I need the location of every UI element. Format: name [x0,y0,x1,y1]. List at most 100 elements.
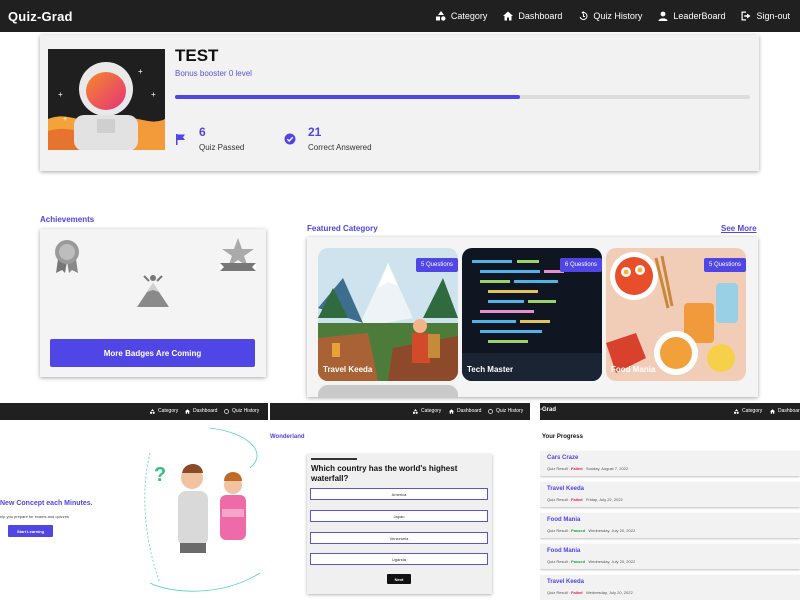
home-icon [185,408,190,414]
nav-quiz-history[interactable]: Quiz History [578,11,642,21]
profile-card: + + + + TEST Bonus booster 0 level 6 Qui… [40,35,759,171]
category-icon [435,11,446,21]
svg-text:+: + [138,67,143,76]
result-date: Wednesday, July 20, 2022 [588,528,636,533]
thumb3-nav-category-label: Category [742,408,763,414]
thumb2-nav-category-label: Category [421,408,442,414]
travel-question-count: 5 Questions [415,258,458,272]
thumb1-nav-dashboard[interactable]: Dashboard [185,408,217,414]
stat-quiz-passed: 6 Quiz Passed [175,125,244,152]
thumb-landing: Category Dashboard Quiz History New Conc… [0,403,268,600]
history-icon [488,408,493,414]
thumb3-nav-category[interactable]: Category [734,408,762,414]
result-prefix: Quiz Result : [547,466,570,471]
category-card-travel[interactable]: 5 Questions Travel Keeda [318,248,458,381]
thumb2-nav: Category Dashboard Quiz History [270,403,530,420]
progress-item-meta: Quiz Result : Passed Wednesday, July 20,… [547,559,635,564]
food-question-count: 5 Questions [703,258,746,272]
nav-leaderboard-label: LeaderBoard [673,11,726,21]
category-icon [734,408,739,414]
result-status: Passed [571,528,586,533]
home-icon [503,11,514,21]
quiz-passed-value: 6 [199,125,206,139]
profile-level: Bonus booster 0 level [175,69,252,78]
see-more-link[interactable]: See More [721,224,757,233]
result-date: Friday, July 22, 2022 [585,497,623,502]
landing-headline: New Concept each Minutes. [0,500,93,507]
history-icon [580,11,588,20]
progress-item-title: Travel Keeda [547,486,585,492]
check-circle-icon [284,133,296,145]
achievements-card: More Badges Are Coming [40,229,266,377]
thumb3-nav-dashboard[interactable]: Dashboar [770,408,800,414]
quiz-passed-label: Quiz Passed [199,143,245,152]
level-progress-fill [175,95,520,99]
category-card-tech[interactable]: 6 Questions Tech Master [462,248,602,381]
quiz-option-2[interactable]: Japan [310,510,488,522]
app-root: Quiz-Grad Category Dashboard Quiz Histor… [0,0,800,600]
result-date: Wednesday, July 20, 2022 [588,559,636,564]
progress-item[interactable]: Food Mania Quiz Result : Passed Wednesda… [540,544,800,569]
progress-item-meta: Quiz Result : Failed Friday, July 22, 20… [547,497,623,502]
thumb3-brand[interactable]: -Grad [540,407,556,413]
category-icon [150,408,155,414]
category-card-food[interactable]: 5 Questions Food Mania [606,248,746,381]
mountain-trophy-icon [137,275,169,307]
nav-sign-out[interactable]: Sign-out [741,11,790,21]
quiz-option-4[interactable]: Uganda [310,553,488,565]
svg-text:?: ? [154,464,166,486]
signout-icon [741,11,751,21]
nav-dashboard[interactable]: Dashboard [503,11,562,21]
quiz-option-1[interactable]: America [310,488,488,500]
quiz-next-button[interactable]: Next [387,574,411,584]
result-date: Sunday, August 7, 2022 [585,466,629,471]
level-progress-bar [175,95,750,99]
thumb2-nav-history[interactable]: Quiz History [488,408,523,414]
progress-item-meta: Quiz Result : Failed Sunday, August 7, 2… [547,466,628,471]
thumb2-nav-category[interactable]: Category [413,408,441,414]
brand-logo[interactable]: Quiz-Grad [8,9,73,24]
home-icon [770,408,775,414]
astronaut-avatar: + + + + [48,49,165,150]
quiz-question: Which country has the world's highest wa… [311,464,458,483]
progress-item-meta: Quiz Result : Failed Wednesday, July 20,… [547,590,633,595]
quiz-category-heading: Wonderland [270,434,305,440]
thumb2-nav-dashboard-label: Dashboard [457,408,482,414]
progress-item[interactable]: Cars Craze Quiz Result : Failed Sunday, … [540,451,800,476]
nav-links: Category Dashboard Quiz History LeaderBo… [435,0,790,32]
quiz-option-3[interactable]: Venezuela [310,532,488,544]
achievements-title: Achievements [40,215,95,224]
more-badges-button[interactable]: More Badges Are Coming [50,339,255,367]
nav-sign-out-label: Sign-out [756,11,790,21]
tech-question-count: 6 Questions [559,258,602,272]
nav-category[interactable]: Category [435,11,487,21]
home-icon [449,408,454,414]
category-card-partial[interactable] [318,385,458,397]
nav-leaderboard[interactable]: LeaderBoard [658,11,725,21]
quiz-card: Which country has the world's highest wa… [307,454,492,594]
result-status: Passed [571,559,586,564]
tech-category-name: Tech Master [467,365,514,374]
progress-item-meta: Quiz Result : Passed Wednesday, July 20,… [547,528,635,533]
thumb1-nav-history-label: Quiz History [232,408,260,414]
thumb1-nav-history[interactable]: Quiz History [224,408,259,414]
thumb2-nav-history-label: Quiz History [496,408,524,414]
featured-card: 5 Questions Travel Keeda 6 Questions Tec… [307,237,758,397]
start-learning-button[interactable]: Start Learning [8,525,53,537]
star-badge-icon [220,238,256,271]
result-status: Failed [571,497,583,502]
result-prefix: Quiz Result : [547,559,570,564]
category-icon [413,408,418,414]
result-status: Failed [571,590,583,595]
nav-quiz-history-label: Quiz History [593,11,643,21]
flag-icon [176,134,185,145]
progress-item[interactable]: Travel Keeda Quiz Result : Failed Friday… [540,482,800,507]
progress-item[interactable]: Travel Keeda Quiz Result : Failed Wednes… [540,575,800,600]
travel-category-name: Travel Keeda [323,365,373,374]
thumb1-nav-category[interactable]: Category [150,408,178,414]
progress-title: Your Progress [542,434,583,440]
thumb2-nav-dashboard[interactable]: Dashboard [449,408,481,414]
progress-item[interactable]: Food Mania Quiz Result : Passed Wednesda… [540,513,800,538]
students-illustration: ? [144,427,261,592]
medal-badge-icon [55,240,79,273]
